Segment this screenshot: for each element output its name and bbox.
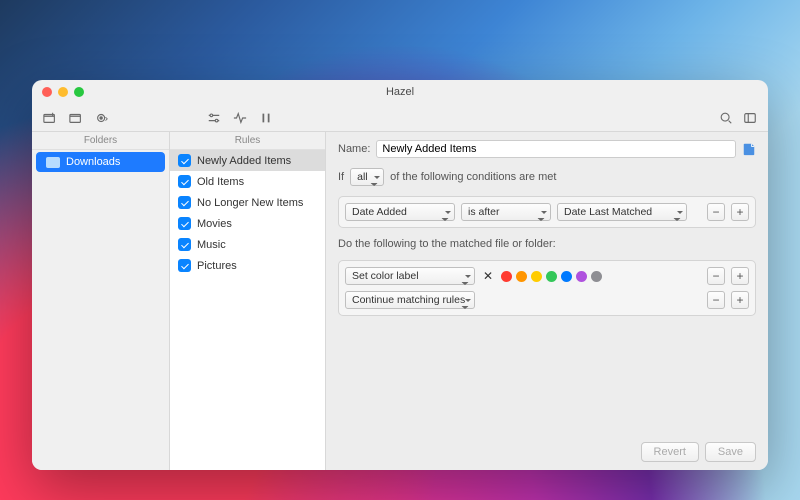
swatch-gray[interactable] [591, 271, 602, 282]
activity-icon[interactable] [232, 110, 248, 126]
rule-item[interactable]: Movies [170, 213, 325, 234]
gear-dropdown-icon[interactable] [94, 110, 110, 126]
swatch-yellow[interactable] [531, 271, 542, 282]
pause-icon[interactable] [258, 110, 274, 126]
save-button[interactable]: Save [705, 442, 756, 462]
folders-header: Folders [32, 132, 169, 150]
rules-header: Rules [170, 132, 325, 150]
rule-label: Newly Added Items [197, 155, 291, 167]
action-type-popup[interactable]: Set color label [345, 267, 475, 285]
condition-op-popup[interactable]: is after [461, 203, 551, 221]
sidebar-toggle-icon[interactable] [742, 110, 758, 126]
name-label: Name: [338, 143, 370, 155]
remove-action-button[interactable]: − [707, 291, 725, 309]
sliders-icon[interactable] [206, 110, 222, 126]
rule-label: Pictures [197, 260, 237, 272]
remove-folder-icon[interactable] [68, 110, 84, 126]
window-title: Hazel [386, 86, 414, 98]
rule-item[interactable]: No Longer New Items [170, 192, 325, 213]
actions-block: Set color label ✕ − + [338, 260, 756, 316]
minimize-button[interactable] [58, 87, 68, 97]
action-row: Continue matching rules − + [345, 291, 749, 309]
rule-item[interactable]: Music [170, 234, 325, 255]
rule-label: Old Items [197, 176, 244, 188]
titlebar: Hazel [32, 80, 768, 104]
swatch-orange[interactable] [516, 271, 527, 282]
if-suffix: of the following conditions are met [390, 171, 556, 183]
search-icon[interactable] [718, 110, 734, 126]
color-swatches [501, 271, 602, 282]
rule-item[interactable]: Pictures [170, 255, 325, 276]
rule-label: No Longer New Items [197, 197, 303, 209]
close-button[interactable] [42, 87, 52, 97]
clear-label-icon[interactable]: ✕ [481, 269, 495, 283]
add-action-button[interactable]: + [731, 267, 749, 285]
rule-item[interactable]: Newly Added Items [170, 150, 325, 171]
checkbox-icon[interactable] [178, 196, 191, 209]
note-icon[interactable] [742, 142, 756, 156]
revert-button[interactable]: Revert [641, 442, 699, 462]
match-scope-popup[interactable]: all [350, 168, 384, 186]
remove-action-button[interactable]: − [707, 267, 725, 285]
add-action-button[interactable]: + [731, 291, 749, 309]
traffic-lights [42, 87, 84, 97]
checkbox-icon[interactable] [178, 259, 191, 272]
condition-value-popup[interactable]: Date Last Matched [557, 203, 687, 221]
checkbox-icon[interactable] [178, 154, 191, 167]
checkbox-icon[interactable] [178, 238, 191, 251]
folders-column: Folders Downloads [32, 132, 170, 470]
rule-item[interactable]: Old Items [170, 171, 325, 192]
if-prefix: If [338, 171, 344, 183]
condition-attr-popup[interactable]: Date Added [345, 203, 455, 221]
swatch-red[interactable] [501, 271, 512, 282]
maximize-button[interactable] [74, 87, 84, 97]
condition-row: Date Added is after Date Last Matched − … [338, 196, 756, 228]
rule-label: Music [197, 239, 226, 251]
remove-condition-button[interactable]: − [707, 203, 725, 221]
swatch-blue[interactable] [561, 271, 572, 282]
add-folder-icon[interactable] [42, 110, 58, 126]
rule-name-input[interactable] [376, 140, 736, 158]
checkbox-icon[interactable] [178, 217, 191, 230]
do-label: Do the following to the matched file or … [338, 238, 756, 250]
rule-label: Movies [197, 218, 232, 230]
name-row: Name: [338, 140, 756, 158]
swatch-green[interactable] [546, 271, 557, 282]
folder-icon [46, 157, 60, 168]
rule-editor: Name: If all of the following conditions… [326, 132, 768, 470]
checkbox-icon[interactable] [178, 175, 191, 188]
rules-column: Rules Newly Added Items Old Items No Lon… [170, 132, 326, 470]
swatch-purple[interactable] [576, 271, 587, 282]
add-condition-button[interactable]: + [731, 203, 749, 221]
app-window: Hazel Folders Downloads Rules Newly Add [32, 80, 768, 470]
folder-label: Downloads [66, 156, 120, 168]
action-row: Set color label ✕ − + [345, 267, 749, 285]
toolbar [32, 104, 768, 132]
action-type-popup[interactable]: Continue matching rules [345, 291, 475, 309]
footer-buttons: Revert Save [338, 442, 756, 462]
if-row: If all of the following conditions are m… [338, 168, 756, 186]
content: Folders Downloads Rules Newly Added Item… [32, 132, 768, 470]
folder-item-downloads[interactable]: Downloads [36, 152, 165, 172]
